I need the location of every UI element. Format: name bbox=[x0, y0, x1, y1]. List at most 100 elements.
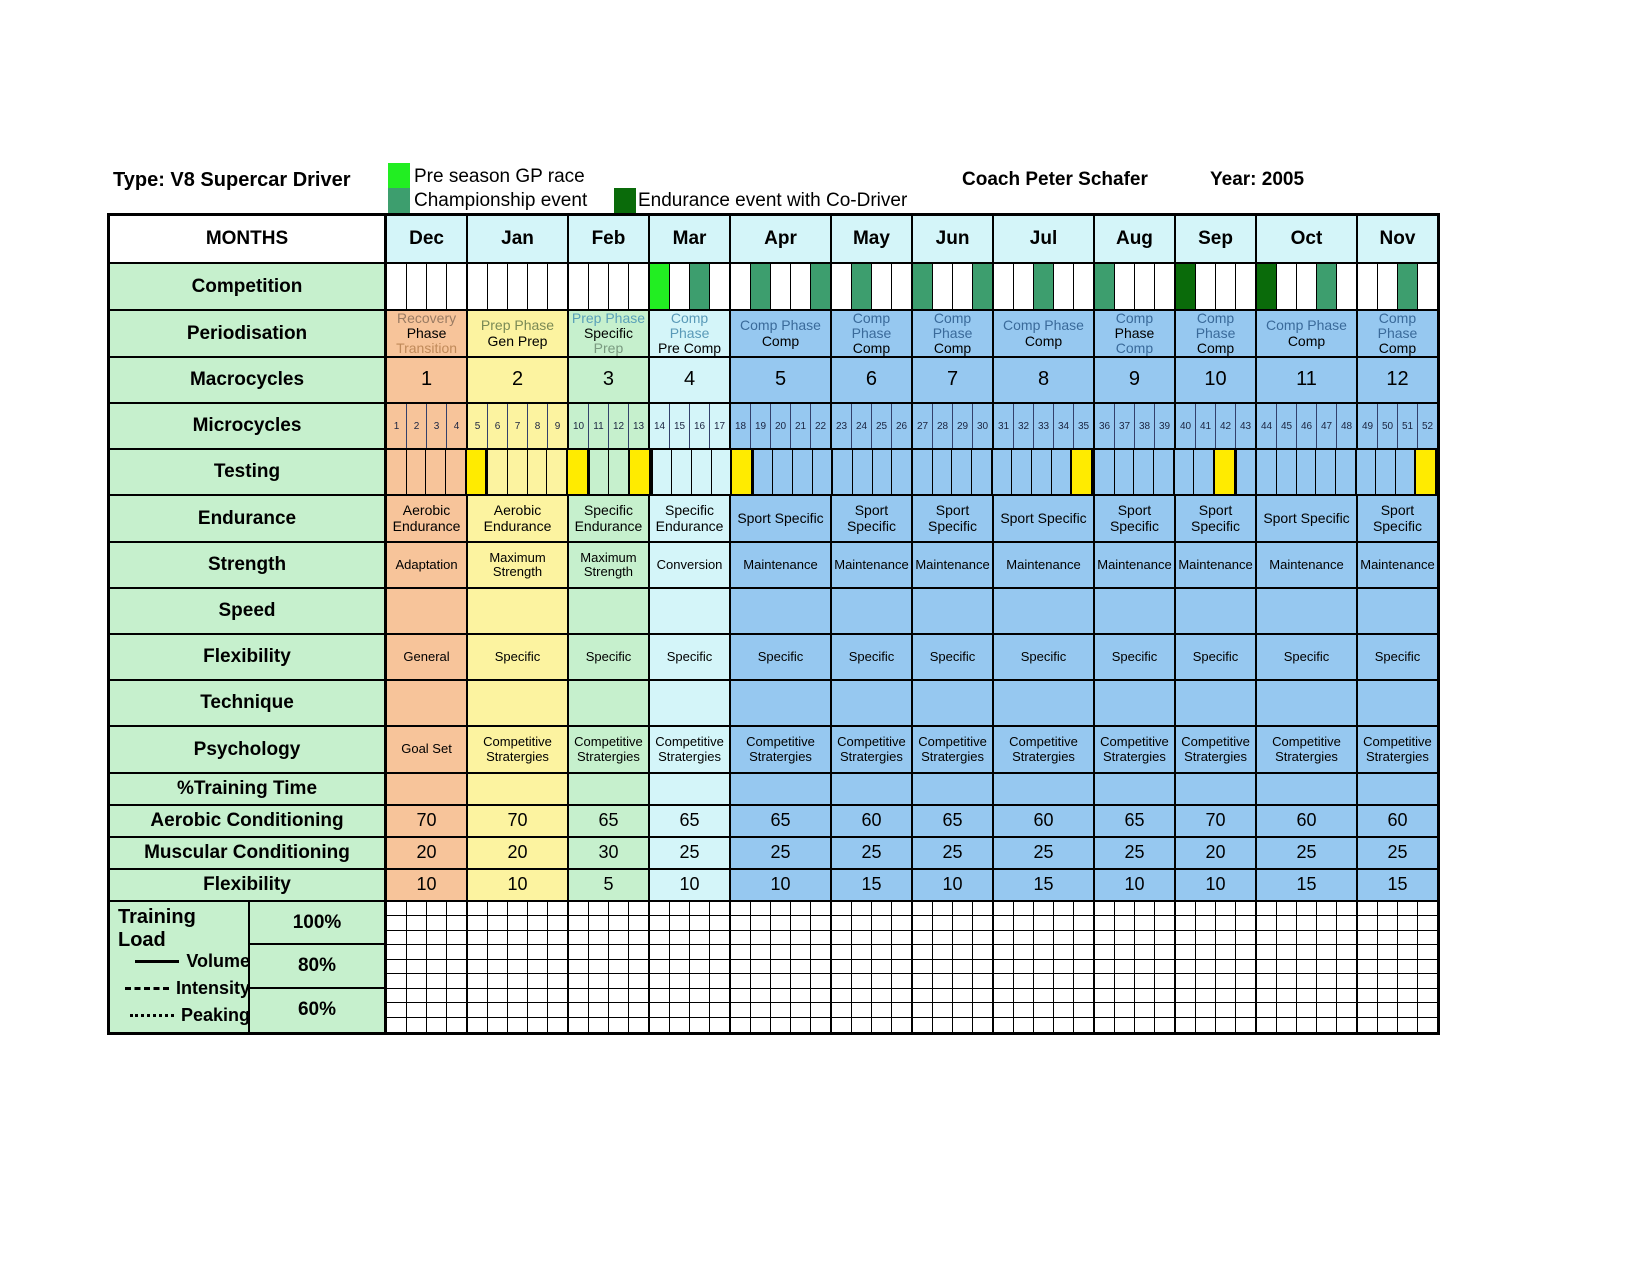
training-load-cell bbox=[547, 988, 567, 1003]
training-load-cell bbox=[507, 945, 527, 959]
competition-week-39 bbox=[1154, 264, 1174, 309]
training-load-cell bbox=[1053, 902, 1073, 916]
flexibility-cell-8: Specific bbox=[992, 635, 1093, 679]
endurance-cell-9: Sport Specific bbox=[1092, 496, 1174, 541]
training-load-cell bbox=[1276, 974, 1296, 988]
microcycle-8: 8 bbox=[527, 404, 547, 448]
training-load-cell bbox=[608, 1003, 628, 1017]
microcycle-5: 5 bbox=[466, 404, 487, 448]
endurance-text: Sport Specific bbox=[1000, 509, 1087, 526]
training-load-cell bbox=[750, 988, 770, 1003]
competition-event-week-16 bbox=[689, 264, 709, 309]
competition-week-42 bbox=[1215, 264, 1235, 309]
training-load-cell bbox=[1033, 974, 1053, 988]
training-load-cell bbox=[648, 974, 669, 988]
psychology-text: Stratergies bbox=[840, 748, 903, 764]
training-load-cell bbox=[992, 945, 1013, 959]
testing-week-33 bbox=[1031, 450, 1051, 494]
speed-cell-1 bbox=[387, 589, 467, 633]
training-load-cell bbox=[1397, 945, 1417, 959]
training-load-cell bbox=[810, 1017, 830, 1032]
training-load-cell bbox=[507, 974, 527, 988]
training-load-cell bbox=[932, 974, 952, 988]
training-time-cell-2 bbox=[466, 774, 567, 804]
endurance-text: Specific bbox=[1372, 517, 1422, 534]
training-load-cell bbox=[1215, 945, 1235, 959]
competition-week-28 bbox=[932, 264, 952, 309]
periodisation-text: Comp Phase bbox=[1195, 309, 1236, 341]
training-load-cell bbox=[1417, 916, 1437, 930]
psychology-text: Competitive bbox=[655, 734, 724, 750]
training-load-cell bbox=[851, 902, 871, 916]
training-load-cell bbox=[628, 1017, 648, 1032]
training-load-cell bbox=[669, 902, 689, 916]
strength-cell-6: Maintenance bbox=[829, 543, 911, 587]
testing-week-1 bbox=[387, 450, 406, 494]
microcycle-52: 52 bbox=[1417, 404, 1437, 448]
strength-cell-1: Adaptation bbox=[387, 543, 467, 587]
muscular-conditioning-value-5: 25 bbox=[729, 838, 830, 868]
training-time-cell-1 bbox=[387, 774, 467, 804]
testing-week-34 bbox=[1050, 450, 1071, 494]
training-load-cell bbox=[1417, 974, 1437, 988]
training-load-block: Training Load Volume Intensity Peaking 1… bbox=[110, 902, 1437, 1032]
training-load-cell bbox=[1356, 988, 1377, 1003]
row-aerobic-conditioning: Aerobic Conditioning 70 70 65 65 65 60 65 60 65 7… bbox=[110, 806, 1437, 838]
training-load-cell bbox=[972, 945, 992, 959]
training-load-cell bbox=[648, 916, 669, 930]
training-load-cell bbox=[1134, 974, 1154, 988]
microcycle-9: 9 bbox=[547, 404, 567, 448]
aerobic-conditioning-value-7: 65 bbox=[911, 806, 993, 836]
periodisation-text: Specific bbox=[583, 324, 633, 341]
training-load-cell bbox=[669, 916, 689, 930]
training-load-cell bbox=[729, 1017, 750, 1032]
psychology-text: Competitive bbox=[746, 734, 815, 750]
training-load-cell bbox=[567, 930, 588, 945]
training-load-cell bbox=[387, 931, 406, 944]
strength-cell-7: Maintenance bbox=[911, 543, 993, 587]
training-load-cell bbox=[992, 974, 1013, 988]
training-load-cell bbox=[1215, 974, 1235, 988]
microcycle-26: 26 bbox=[891, 404, 911, 448]
flexibility-percent-value-12: 15 bbox=[1355, 870, 1437, 900]
training-load-cell bbox=[1235, 930, 1255, 945]
endurance-text: Sport Specific bbox=[1263, 509, 1350, 526]
competition-event-week-19 bbox=[750, 264, 770, 309]
aerobic-conditioning-value-2: 70 bbox=[466, 806, 567, 836]
training-load-cell bbox=[1276, 930, 1296, 945]
training-load-cell bbox=[891, 902, 911, 916]
aerobic-conditioning-value-10: 70 bbox=[1174, 806, 1256, 836]
competition-week-7 bbox=[507, 264, 527, 309]
flexibility-cell-9: Specific bbox=[1092, 635, 1174, 679]
strength-text: Strength bbox=[492, 564, 543, 579]
competition-event-week-36 bbox=[1093, 264, 1114, 309]
testing-week-31 bbox=[990, 450, 1012, 494]
training-load-cell bbox=[466, 974, 487, 988]
training-load-row bbox=[387, 988, 1437, 1004]
month-header-aug: Aug bbox=[1092, 216, 1174, 262]
competition-week-26 bbox=[891, 264, 911, 309]
training-load-cell bbox=[729, 945, 750, 959]
training-load-cell bbox=[628, 974, 648, 988]
training-load-cell bbox=[446, 988, 466, 1003]
testing-marker-week-35 bbox=[1070, 450, 1093, 494]
training-load-cell bbox=[1397, 988, 1417, 1003]
training-load-cell bbox=[810, 1003, 830, 1017]
aerobic-conditioning-value-8: 60 bbox=[992, 806, 1093, 836]
training-load-cell bbox=[992, 988, 1013, 1003]
training-load-cell bbox=[709, 974, 729, 988]
training-load-cell bbox=[669, 988, 689, 1003]
training-load-cell bbox=[689, 959, 709, 974]
training-load-cell bbox=[446, 945, 466, 959]
training-load-cell bbox=[527, 945, 547, 959]
year-label: Year: 2005 bbox=[1210, 169, 1305, 190]
percent-100: 100% bbox=[250, 902, 384, 946]
training-load-cell bbox=[911, 916, 932, 930]
training-load-cell bbox=[750, 1017, 770, 1032]
row-technique: Technique bbox=[110, 681, 1437, 727]
training-load-cell bbox=[1255, 945, 1276, 959]
training-load-cell bbox=[1033, 1017, 1053, 1032]
speed-cell-8 bbox=[992, 589, 1093, 633]
training-load-cell bbox=[628, 916, 648, 930]
training-load-cell bbox=[588, 945, 608, 959]
